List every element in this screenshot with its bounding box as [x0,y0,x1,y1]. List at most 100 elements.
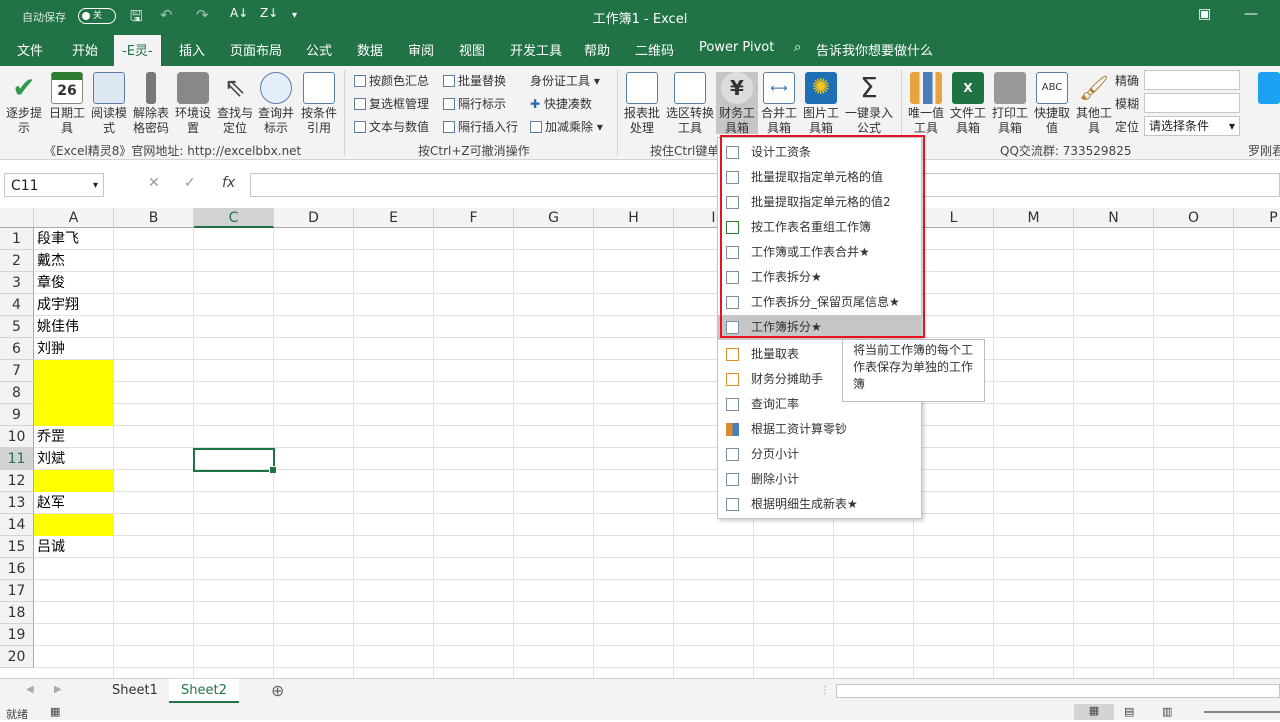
row-header[interactable]: 10 [0,426,34,448]
row-header[interactable]: 9 [0,404,34,426]
cell-a14-highlight[interactable] [34,514,114,536]
function-icon[interactable]: fx [222,175,235,191]
arith-button[interactable]: 加减乘除 ▾ [530,118,603,135]
row-header[interactable]: 19 [0,624,34,646]
row-header[interactable]: 14 [0,514,34,536]
tab-review[interactable]: 审阅 [408,40,434,59]
search-icon[interactable]: ⌕ [794,40,801,55]
row-header[interactable]: 1 [0,228,34,250]
cell-a13[interactable]: 赵军 [34,492,114,514]
conditional-ref-button[interactable]: 按条件引用 [299,72,339,136]
zoom-slider[interactable] [1204,711,1280,713]
row-header[interactable]: 11 [0,448,34,470]
row-header[interactable]: 2 [0,250,34,272]
tab-data[interactable]: 数据 [357,40,383,59]
merge-toolbox-button[interactable]: ⟷ 合并工具箱 [759,72,799,136]
scroll-right-icon[interactable]: ▶ [54,684,62,695]
exact-match-option[interactable]: 精确 [1115,72,1139,89]
row-header[interactable]: 4 [0,294,34,316]
tab-eling[interactable]: -E灵- [114,35,161,66]
tab-qrcode[interactable]: 二维码 [635,40,674,59]
insert-alt-rows-button[interactable]: 隔行插入行 [443,118,518,135]
cancel-icon[interactable]: ✕ [148,175,160,191]
cell-a7-a9-highlight[interactable] [34,360,114,426]
col-header-e[interactable]: E [354,208,434,228]
tab-help[interactable]: 帮助 [584,40,610,59]
enter-icon[interactable]: ✓ [184,175,196,191]
row-header[interactable]: 15 [0,536,34,558]
cell-a10[interactable]: 乔罡 [34,426,114,448]
cell-a12-highlight[interactable] [34,470,114,492]
worksheet-grid[interactable]: A B C D E F G H I J K L M N O P 1 2 3 4 … [0,208,1280,678]
row-header[interactable]: 17 [0,580,34,602]
col-header-o[interactable]: O [1154,208,1234,228]
condition-select[interactable]: 请选择条件 ▾ [1144,116,1240,136]
row-header[interactable]: 3 [0,272,34,294]
env-settings-button[interactable]: 环境设置 [175,72,211,136]
id-card-tool-button[interactable]: 身份证工具 ▾ [530,72,600,89]
checkbox-manage-button[interactable]: 复选框管理 [354,95,429,112]
name-box[interactable]: C11 ▾ [4,173,104,197]
cell-a1[interactable]: 段聿飞 [34,228,114,250]
menu-item-page-subtotal[interactable]: 分页小计 [718,442,921,467]
alt-row-mark-button[interactable]: 隔行标示 [443,95,506,112]
horizontal-scrollbar[interactable] [836,684,1280,698]
tab-view[interactable]: 视图 [459,40,485,59]
cell-a5[interactable]: 姚佳伟 [34,316,114,338]
row-header[interactable]: 6 [0,338,34,360]
col-header-d[interactable]: D [274,208,354,228]
print-toolbox-button[interactable]: 打印工具箱 [990,72,1030,136]
scroll-left-icon[interactable]: ◀ [26,684,34,695]
color-summary-button[interactable]: 按颜色汇总 [354,72,429,89]
quick-sum-button[interactable]: ✚ 快捷凑数 [530,95,592,112]
col-header-a[interactable]: A [34,208,114,228]
minimize-icon[interactable]: — [1244,6,1258,22]
sheet-tab-sheet1[interactable]: Sheet1 [100,679,170,703]
row-header[interactable]: 16 [0,558,34,580]
twitter-icon[interactable] [1258,72,1280,106]
add-sheet-icon[interactable]: ⊕ [271,681,284,700]
col-header-h[interactable]: H [594,208,674,228]
query-mark-button[interactable]: 查询并标示 [256,72,296,136]
tab-home[interactable]: 开始 [72,40,98,59]
page-break-view-icon[interactable]: ▥ [1162,705,1172,718]
row-header[interactable]: 20 [0,646,34,668]
cell-a3[interactable]: 章俊 [34,272,114,294]
selection-convert-button[interactable]: 选区转换工具 [664,72,716,136]
text-number-button[interactable]: 文本与数值 [354,118,429,135]
cell-a2[interactable]: 戴杰 [34,250,114,272]
fuzzy-match-option[interactable]: 模糊 [1115,95,1139,112]
menu-item-change-calc[interactable]: 根据工资计算零钞 [718,417,921,442]
row-header[interactable]: 18 [0,602,34,624]
locate-option[interactable]: 定位 [1115,118,1139,135]
col-header-p[interactable]: P [1234,208,1280,228]
match-input-1[interactable] [1144,70,1240,90]
unlock-sheet-button[interactable]: 解除表格密码 [131,72,171,136]
tab-file[interactable]: 文件 [17,40,43,59]
col-header-f[interactable]: F [434,208,514,228]
image-toolbox-button[interactable]: ✺ 图片工具箱 [801,72,841,136]
date-tool-button[interactable]: 26 日期工具 [48,72,86,136]
macro-record-icon[interactable]: ▦ [50,705,60,718]
col-header-m[interactable]: M [994,208,1074,228]
cell-a6[interactable]: 刘翀 [34,338,114,360]
report-batch-button[interactable]: 报表批处理 [622,72,662,136]
select-all-corner[interactable] [0,208,34,228]
stepwise-hint-button[interactable]: ✔ 逐步提示 [4,72,44,136]
tab-power-pivot[interactable]: Power Pivot [699,40,774,55]
batch-replace-button[interactable]: 批量替换 [443,72,506,89]
quick-formula-button[interactable]: Σ 一键录入公式 [843,72,895,136]
quick-value-button[interactable]: ABC 快捷取值 [1032,72,1072,136]
ribbon-display-icon[interactable]: ▣ [1198,6,1211,22]
tab-insert[interactable]: 插入 [179,40,205,59]
find-locate-button[interactable]: ⇖ 查找与定位 [215,72,255,136]
reading-mode-button[interactable]: 阅读模式 [89,72,129,136]
row-header[interactable]: 7 [0,360,34,382]
page-layout-view-icon[interactable]: ▤ [1124,705,1134,718]
active-cell-c11[interactable] [193,448,277,474]
sheet-tab-sheet2[interactable]: Sheet2 [169,679,239,703]
match-input-2[interactable] [1144,93,1240,113]
col-header-b[interactable]: B [114,208,194,228]
other-tools-button[interactable]: 🖌 其他工具 [1074,72,1114,136]
row-header[interactable]: 8 [0,382,34,404]
